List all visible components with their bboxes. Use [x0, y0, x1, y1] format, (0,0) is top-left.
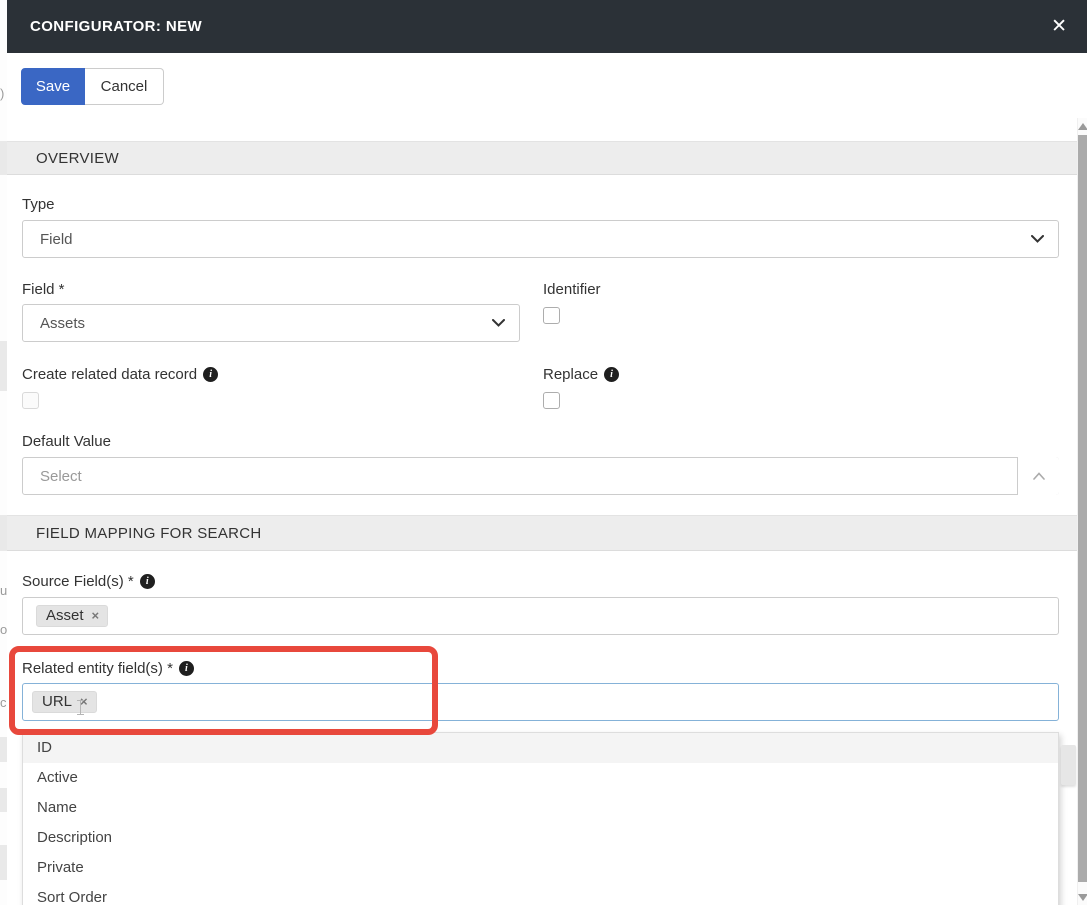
- create-related-checkbox: [22, 392, 39, 409]
- inner-scrollbar-thumb[interactable]: [1061, 745, 1076, 785]
- default-value-placeholder: Select: [40, 468, 1002, 485]
- field-column: Field * Assets: [22, 281, 520, 342]
- related-entity-fields-label: Related entity field(s) * i: [22, 660, 1059, 677]
- dropdown-option-id[interactable]: ID: [23, 733, 1058, 763]
- dropdown-option-private[interactable]: Private: [23, 853, 1058, 883]
- dropdown-option-sort-order[interactable]: Sort Order: [23, 883, 1058, 905]
- section-overview-header: OVERVIEW: [7, 141, 1077, 175]
- replace-column: Replace i: [543, 366, 1059, 409]
- background-fragment: [0, 788, 7, 812]
- info-icon: i: [203, 367, 218, 382]
- chevron-down-icon: [1031, 235, 1044, 243]
- background-fragment: ): [0, 86, 4, 101]
- source-fields-label: Source Field(s) * i: [22, 573, 1059, 590]
- default-value-label: Default Value: [22, 433, 1059, 450]
- background-fragment: [0, 341, 7, 391]
- type-label: Type: [22, 196, 1059, 213]
- background-fragment: [0, 737, 7, 762]
- create-related-label-text: Create related data record: [22, 366, 197, 383]
- create-related-label: Create related data record i: [22, 366, 520, 383]
- tag-label: Asset: [46, 607, 84, 624]
- section-field-mapping-header: FIELD MAPPING FOR SEARCH: [7, 515, 1077, 551]
- background-page-sliver: ) u o c: [0, 0, 7, 905]
- create-related-column: Create related data record i: [22, 366, 520, 409]
- scroll-down-arrow[interactable]: [1078, 889, 1087, 905]
- field-select[interactable]: Assets: [22, 304, 520, 342]
- modal-header: CONFIGURATOR: NEW ✕: [7, 0, 1087, 53]
- default-value-box: Select: [22, 457, 1059, 495]
- background-fragment: o: [0, 622, 7, 637]
- modal-title: CONFIGURATOR: NEW: [30, 18, 1051, 35]
- replace-label-text: Replace: [543, 366, 598, 383]
- background-fragment: c: [0, 695, 7, 710]
- save-cancel-group: Save Cancel: [21, 68, 164, 105]
- save-button[interactable]: Save: [21, 68, 85, 105]
- background-fragment: [0, 515, 7, 551]
- identifier-checkbox[interactable]: [543, 307, 560, 324]
- type-select-value: Field: [40, 231, 1031, 248]
- chevron-down-icon: [492, 319, 505, 327]
- background-fragment: [0, 845, 7, 880]
- chevron-up-icon: [1033, 472, 1045, 480]
- modal-scrollbar[interactable]: [1077, 118, 1087, 905]
- scroll-up-arrow[interactable]: [1078, 118, 1087, 134]
- identifier-label: Identifier: [543, 281, 1059, 298]
- replace-label: Replace i: [543, 366, 1059, 383]
- info-icon: i: [604, 367, 619, 382]
- tag-label: URL: [42, 693, 72, 710]
- page: ) u o c CONFIGURATOR: NEW ✕ Save Cancel …: [0, 0, 1087, 905]
- dropdown-option-description[interactable]: Description: [23, 823, 1058, 853]
- dropdown-option-active[interactable]: Active: [23, 763, 1058, 793]
- source-fields-label-text: Source Field(s) *: [22, 573, 134, 590]
- replace-checkbox[interactable]: [543, 392, 560, 409]
- toolbar: Save Cancel: [7, 53, 1087, 118]
- related-entity-fields-label-text: Related entity field(s) *: [22, 660, 173, 677]
- background-fragment: u: [0, 583, 7, 598]
- field-select-value: Assets: [40, 315, 492, 332]
- modal-body: OVERVIEW Type Field Field * Assets Ident…: [7, 118, 1077, 905]
- configurator-modal: CONFIGURATOR: NEW ✕ Save Cancel OVERVIEW…: [7, 0, 1087, 905]
- background-fragment: [0, 141, 7, 175]
- type-select[interactable]: Field: [22, 220, 1059, 258]
- default-value-select[interactable]: Select: [22, 457, 1059, 495]
- tag-remove-icon[interactable]: ×: [92, 609, 100, 622]
- field-label: Field *: [22, 281, 520, 298]
- scrollbar-thumb[interactable]: [1078, 135, 1087, 882]
- tag-url: URL ×: [32, 691, 97, 713]
- cancel-button[interactable]: Cancel: [85, 68, 164, 105]
- dropdown-option-name[interactable]: Name: [23, 793, 1058, 823]
- related-entity-dropdown: ID Active Name Description Private Sort …: [22, 732, 1059, 905]
- tag-asset: Asset ×: [36, 605, 108, 627]
- info-icon: i: [179, 661, 194, 676]
- related-entity-fields-input[interactable]: URL ×: [22, 683, 1059, 721]
- tag-remove-icon[interactable]: ×: [80, 695, 88, 708]
- create-replace-row: Create related data record i Replace i: [22, 366, 1059, 409]
- info-icon: i: [140, 574, 155, 589]
- identifier-column: Identifier: [543, 281, 1059, 342]
- field-identifier-row: Field * Assets Identifier: [22, 281, 1059, 342]
- source-fields-input[interactable]: Asset ×: [22, 597, 1059, 635]
- collapse-toggle[interactable]: [1017, 457, 1059, 495]
- close-icon[interactable]: ✕: [1051, 17, 1067, 36]
